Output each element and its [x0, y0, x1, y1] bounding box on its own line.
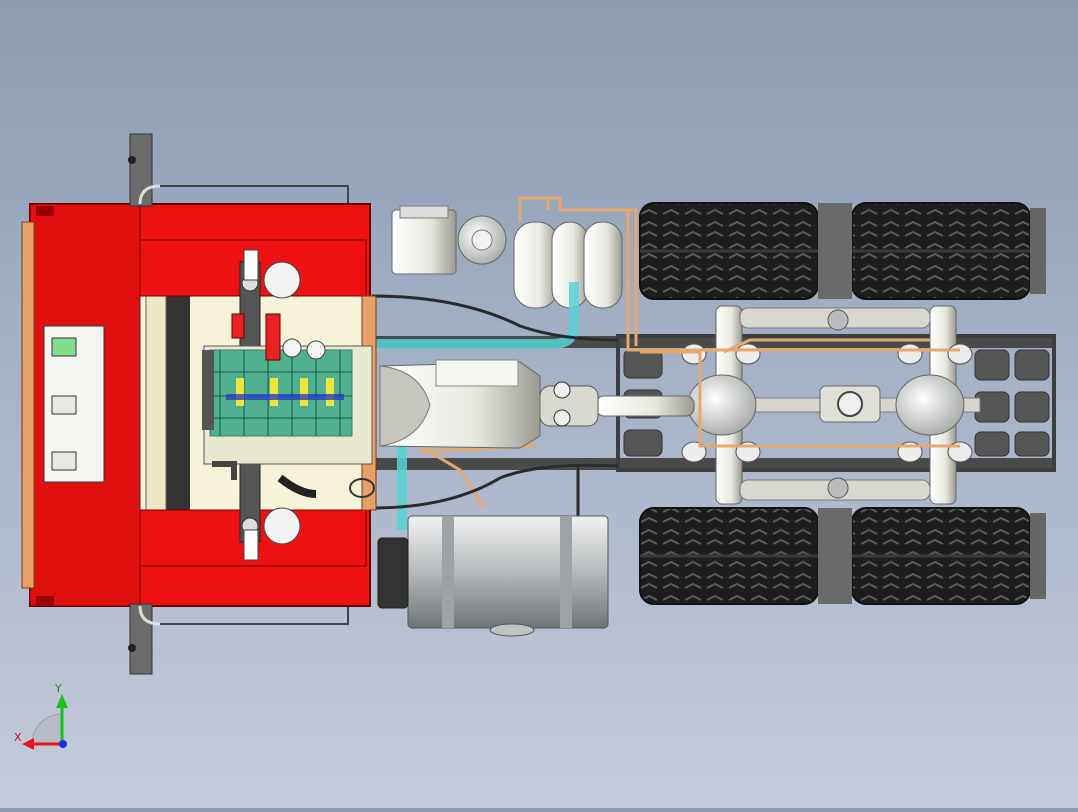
fuel-tank — [377, 515, 609, 637]
y-axis-head — [56, 694, 68, 708]
z-axis-dot — [59, 740, 67, 748]
coordinate-triad-icon: Y X — [10, 682, 80, 754]
cad-viewport[interactable] — [0, 0, 1078, 808]
wheel-rear-right-front — [639, 507, 819, 605]
x-axis-head — [22, 738, 34, 750]
wheel-rear-left-rear — [851, 202, 1031, 300]
x-axis-label: X — [14, 731, 22, 744]
triad-plane — [31, 713, 63, 745]
wheel-rear-left-front — [639, 202, 819, 300]
truck-chassis-model[interactable] — [0, 0, 1078, 808]
transmission — [379, 359, 541, 449]
air-tanks — [391, 205, 623, 309]
wheel-rear-right-rear — [851, 507, 1031, 605]
y-axis-label: Y — [55, 682, 62, 695]
